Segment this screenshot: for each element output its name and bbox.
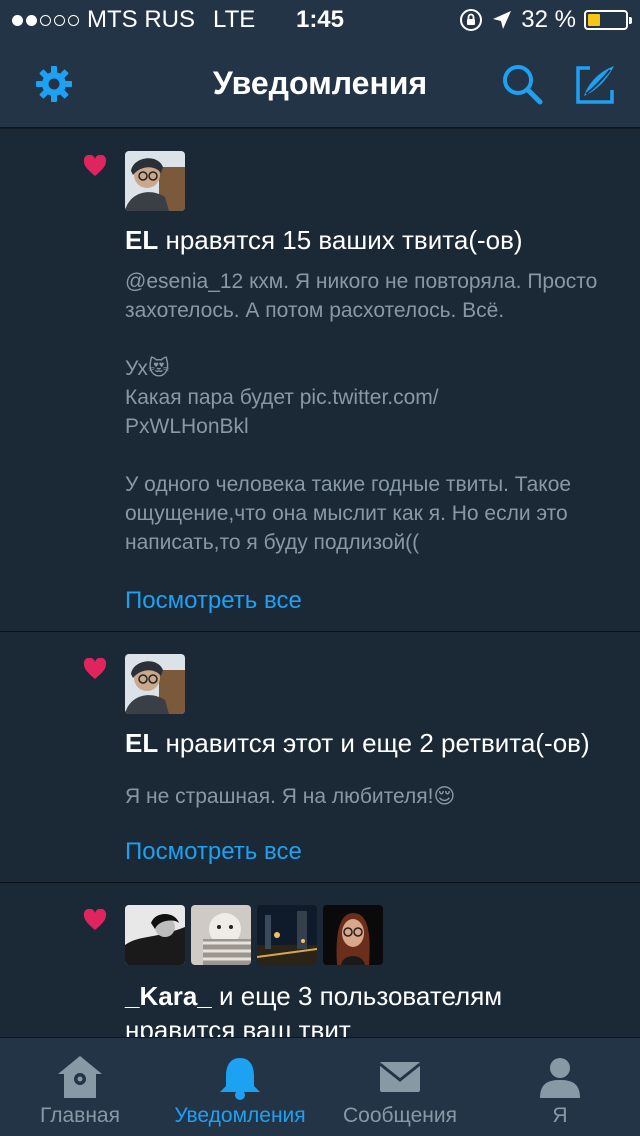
avatar[interactable]	[125, 151, 185, 211]
avatar[interactable]	[257, 905, 317, 965]
notification-title: _Kara_ и еще 3 пользователям нравится ва…	[125, 979, 605, 1037]
notification-action: нравится этот и еще 2 ретвита(-ов)	[165, 728, 590, 758]
user-name[interactable]: EL	[125, 225, 158, 255]
settings-button[interactable]	[32, 62, 76, 106]
network-type: LTE	[213, 6, 256, 33]
avatar[interactable]	[125, 654, 185, 714]
notification-card[interactable]: EL нравятся 15 ваших твита(-ов) @esenia_…	[0, 129, 640, 632]
avatar-group	[125, 151, 185, 211]
location-arrow-icon	[493, 11, 512, 29]
tab-messages[interactable]: Сообщения	[320, 1038, 480, 1136]
tab-notifications[interactable]: Уведомления	[160, 1038, 320, 1136]
notification-title: EL нравится этот и еще 2 ретвита(-ов)	[125, 728, 590, 759]
tab-home[interactable]: Главная	[0, 1038, 160, 1136]
avatar-group	[125, 905, 383, 965]
compose-icon	[576, 66, 614, 104]
battery-icon	[584, 10, 632, 30]
compose-button[interactable]	[574, 62, 618, 106]
heart-icon	[83, 658, 107, 679]
profile-icon	[540, 1058, 580, 1098]
user-name[interactable]: EL	[125, 728, 158, 758]
tab-label: Сообщения	[343, 1104, 457, 1127]
see-all-link[interactable]: Посмотреть все	[125, 587, 302, 615]
battery-percent: 32 %	[521, 6, 576, 33]
carrier-name: MTS RUS	[87, 6, 195, 33]
search-icon	[503, 65, 543, 105]
navigation-bar: Уведомления	[0, 40, 640, 128]
page-title: Уведомления	[212, 65, 428, 101]
avatar[interactable]	[191, 905, 251, 965]
battery-level	[588, 14, 600, 26]
tab-bar: Главная Уведомления Сообщения Я	[0, 1037, 640, 1136]
tab-label: Я	[552, 1104, 568, 1127]
avatar[interactable]	[323, 905, 383, 965]
status-right: 32 %	[459, 6, 632, 34]
notification-card[interactable]: _Kara_ и еще 3 пользователям нравится ва…	[0, 883, 640, 1037]
notification-action: нравятся 15 ваших твита(-ов)	[165, 225, 523, 255]
gear-icon	[36, 66, 72, 102]
envelope-icon	[379, 1062, 421, 1092]
status-left: MTS RUS LTE	[12, 6, 255, 34]
tweet-excerpts: @esenia_12 кхм. Я никого не повторяла. П…	[125, 270, 598, 554]
avatar[interactable]	[125, 905, 185, 965]
see-all-link[interactable]: Посмотреть все	[125, 838, 302, 866]
status-bar: MTS RUS LTE 1:45 32 %	[0, 0, 640, 40]
notification-card[interactable]: EL нравится этот и еще 2 ретвита(-ов) Я …	[0, 632, 640, 883]
tweet-excerpt: Я не страшная. Я на любителя!😌	[125, 785, 456, 808]
notification-title: EL нравятся 15 ваших твита(-ов)	[125, 225, 523, 256]
search-button[interactable]	[500, 62, 544, 106]
signal-strength-icon	[12, 14, 79, 26]
tab-me[interactable]: Я	[480, 1038, 640, 1136]
bell-icon	[220, 1058, 260, 1100]
tab-label: Главная	[40, 1104, 120, 1127]
heart-icon	[83, 909, 107, 930]
home-icon	[58, 1056, 102, 1098]
avatar-group	[125, 654, 185, 714]
user-name[interactable]: _Kara_	[125, 981, 212, 1011]
heart-icon	[83, 155, 107, 176]
rotation-lock-icon	[460, 9, 483, 31]
notifications-feed[interactable]: EL нравятся 15 ваших твита(-ов) @esenia_…	[0, 129, 640, 1037]
tab-label: Уведомления	[174, 1104, 306, 1127]
